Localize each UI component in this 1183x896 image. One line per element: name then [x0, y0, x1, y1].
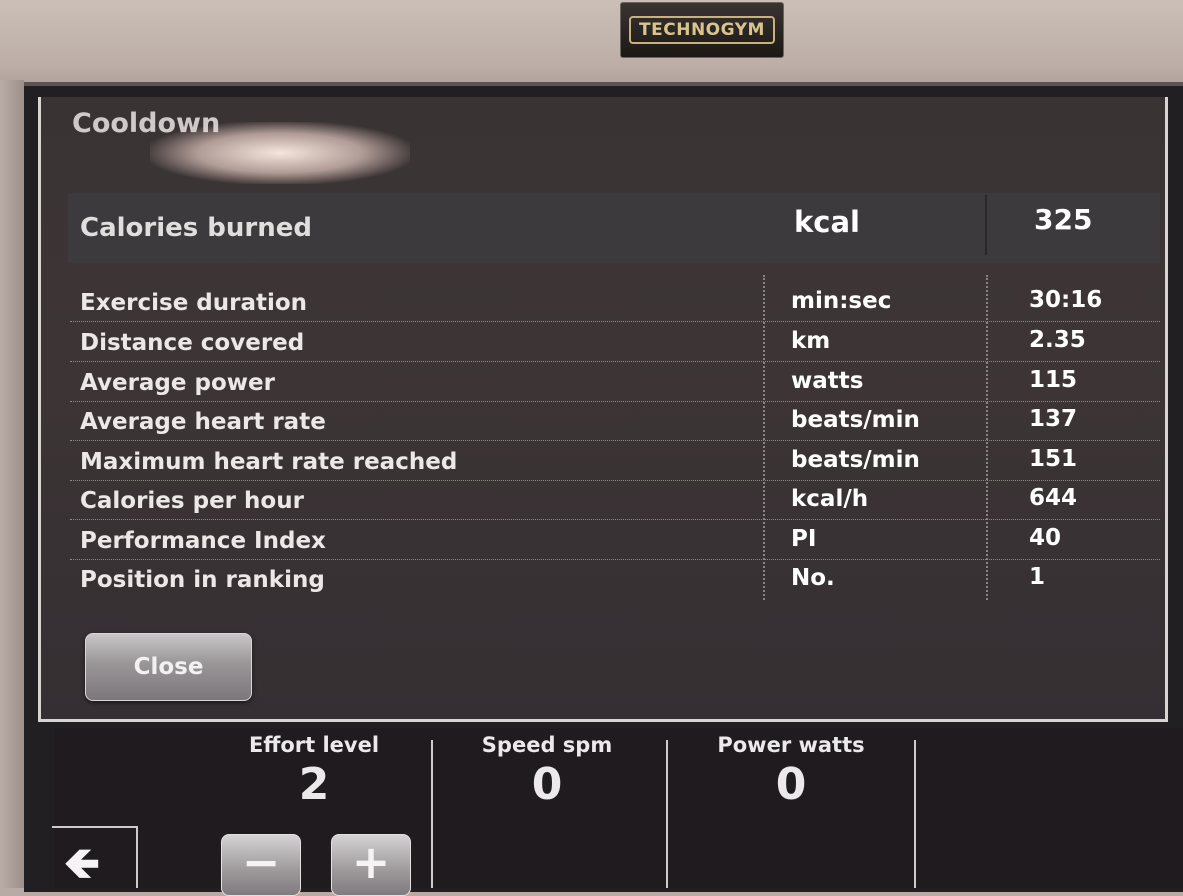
- close-button[interactable]: Close: [85, 633, 252, 701]
- row-value: 1: [1029, 564, 1046, 590]
- device-bezel-left: [0, 80, 24, 888]
- plus-icon: +: [351, 835, 391, 889]
- screen-glare: [150, 122, 410, 184]
- row-label: Maximum heart rate reached: [80, 449, 458, 475]
- row-unit: beats/min: [791, 447, 920, 473]
- speed-display: Speed spm 0: [447, 733, 647, 810]
- summary-divider: [985, 195, 987, 255]
- brand-logo: TECHNOGYM: [620, 2, 784, 58]
- effort-level-display: Effort level 2: [214, 733, 414, 810]
- effort-decrease-button[interactable]: −: [221, 834, 301, 896]
- row-label: Exercise duration: [80, 290, 308, 316]
- metric-divider: [666, 740, 668, 888]
- row-value: 151: [1029, 446, 1078, 472]
- stats-row-average-heart-rate: Average heart rate beats/min 137: [70, 400, 1160, 441]
- calories-value: 325: [1034, 203, 1093, 236]
- stats-row-exercise-duration: Exercise duration min:sec 30:16: [70, 281, 1160, 322]
- stats-row-distance-covered: Distance covered km 2.35: [70, 321, 1160, 362]
- back-arrow-icon[interactable]: 🡸: [64, 842, 100, 886]
- metric-divider: [914, 740, 916, 888]
- row-label: Performance Index: [80, 528, 326, 554]
- minus-icon: −: [241, 835, 281, 889]
- row-value: 115: [1029, 367, 1078, 393]
- speed-value: 0: [531, 759, 563, 810]
- row-value: 40: [1029, 525, 1062, 551]
- row-label: Average power: [80, 370, 275, 396]
- brand-logo-text: TECHNOGYM: [629, 16, 775, 44]
- row-unit: km: [791, 328, 831, 354]
- row-unit: min:sec: [791, 288, 892, 314]
- row-value: 2.35: [1029, 327, 1086, 353]
- row-unit: PI: [791, 526, 817, 552]
- calories-label: Calories burned: [80, 213, 312, 243]
- row-unit: No.: [791, 565, 835, 591]
- effort-increase-button[interactable]: +: [331, 834, 411, 896]
- stats-row-performance-index: Performance Index PI 40: [70, 519, 1160, 560]
- row-label: Calories per hour: [80, 488, 304, 514]
- device-bezel-top: [0, 0, 1183, 95]
- row-value: 30:16: [1029, 287, 1103, 313]
- row-unit: beats/min: [791, 407, 920, 433]
- stats-row-position-ranking: Position in ranking No. 1: [70, 558, 1160, 598]
- stats-row-max-heart-rate: Maximum heart rate reached beats/min 151: [70, 440, 1160, 481]
- row-label: Average heart rate: [80, 409, 326, 435]
- power-display: Power watts 0: [691, 733, 891, 810]
- row-label: Position in ranking: [80, 567, 325, 593]
- row-unit: watts: [791, 368, 864, 394]
- calories-unit: kcal: [794, 205, 860, 239]
- stats-row-calories-per-hour: Calories per hour kcal/h 644: [70, 479, 1160, 520]
- row-value: 137: [1029, 406, 1078, 432]
- stats-row-average-power: Average power watts 115: [70, 361, 1160, 402]
- effort-level-value: 2: [298, 759, 330, 810]
- row-unit: kcal/h: [791, 486, 869, 512]
- power-label: Power watts: [717, 733, 865, 757]
- metric-divider: [431, 740, 433, 888]
- row-value: 644: [1029, 485, 1078, 511]
- speed-label: Speed spm: [481, 733, 613, 757]
- effort-level-label: Effort level: [248, 733, 380, 757]
- power-value: 0: [775, 759, 807, 810]
- row-label: Distance covered: [80, 330, 305, 356]
